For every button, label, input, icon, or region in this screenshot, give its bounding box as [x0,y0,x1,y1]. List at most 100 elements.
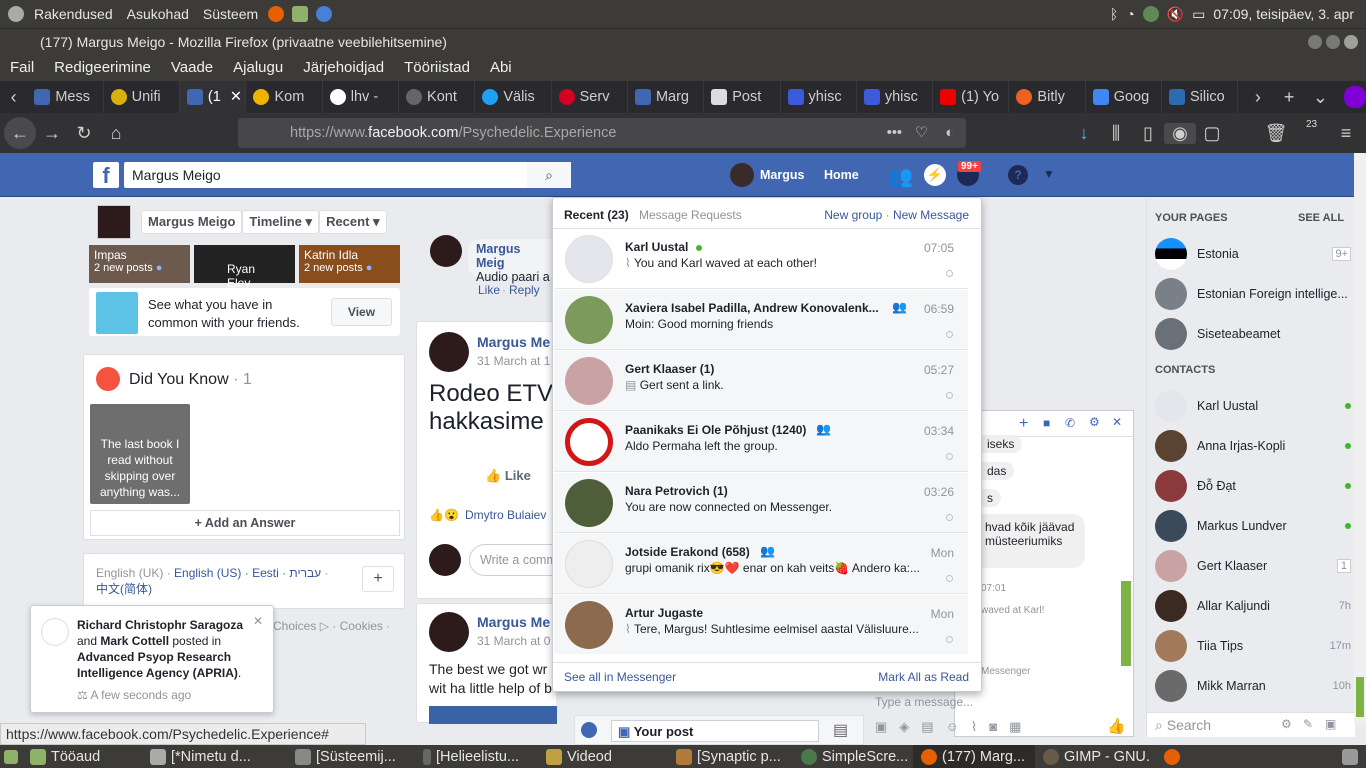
new-chat-icon[interactable]: ✎ [1303,717,1313,731]
taskbar-item[interactable]: SimpleScre... [793,745,913,768]
tab[interactable]: lhv - [323,81,400,113]
chat-scrollbar[interactable] [1121,581,1131,666]
help-icon[interactable]: ? [1008,165,1028,185]
firefox-launcher-icon[interactable] [268,6,285,22]
close-tab-icon[interactable]: ✕ [230,89,242,105]
network-globe-icon[interactable] [1142,6,1159,22]
contact-item[interactable]: Tiia Tips 17m [1155,626,1351,666]
tab[interactable]: yhisc [857,81,934,113]
lang-et[interactable]: · Eesti · [245,566,286,580]
recent-dropdown[interactable]: Recent ▾ [319,210,387,234]
photo-icon[interactable]: ▣ [875,719,887,735]
tab[interactable]: Marg [628,81,705,113]
reload-button[interactable]: ↻ [68,123,100,144]
post-date[interactable]: 31 March at 1 [477,354,550,368]
group-chat-icon[interactable]: ▣ [1325,717,1336,731]
bluetooth-icon[interactable]: ᛒ [1110,6,1118,22]
post-avatar[interactable] [429,612,469,652]
mark-read-dot[interactable] [946,514,953,521]
thread-item[interactable]: Nara Petrovich (1) You are now connected… [554,473,968,533]
gif-icon[interactable]: ▤ [921,719,933,735]
page-thumb-impas[interactable]: Impas 2 new posts ● [89,245,190,283]
account-menu-icon[interactable]: ▼ [1043,167,1055,181]
your-post-box[interactable]: ▣ Your post [611,720,819,742]
contacts-search-input[interactable]: ⌕ Search [1155,717,1211,734]
tab-list-icon[interactable]: ⌄ [1305,87,1336,108]
os-menu-places[interactable]: Asukohad [127,6,189,22]
facebook-logo-icon[interactable]: f [93,162,119,188]
add-answer-button[interactable]: + Add an Answer [90,510,400,536]
tabs-scroll-left[interactable]: ‹ [0,87,27,108]
screenshot-icon[interactable]: ▢ [1196,123,1228,144]
see-all-pages-link[interactable]: SEE ALL [1298,212,1344,224]
lang-he[interactable]: עברית [289,566,321,580]
tab[interactable]: Bitly [1009,81,1086,113]
menu-tools[interactable]: Tööriistad [404,59,470,76]
view-button[interactable]: View [331,298,392,326]
os-menu-applications[interactable]: Rakendused [34,6,113,22]
contact-item[interactable]: Gert Klaaser 1 [1155,546,1351,586]
ubuntu-logo-icon[interactable] [8,6,24,22]
emoji-icon[interactable]: ☺ [946,719,959,735]
comment-like-link[interactable]: Like [478,283,500,297]
tab[interactable]: Mess [27,81,104,113]
clock[interactable]: 07:09, teisipäev, 3. apr [1213,6,1354,22]
taskbar-item[interactable]: [Synaptic p... [668,745,793,768]
more-languages-button[interactable]: + [362,566,394,592]
footer-links[interactable]: Choices ▷ · Cookies · [273,619,390,633]
battery-icon[interactable]: ▭ [1192,6,1205,23]
taskbar-item[interactable]: [Süsteemij... [287,745,415,768]
post-author[interactable]: Margus Me [477,334,550,350]
post-avatar[interactable] [429,332,469,372]
reader-icon[interactable]: ◐ [945,125,954,141]
timeline-dropdown[interactable]: Timeline ▾ [242,210,320,234]
tab[interactable]: yhisc [781,81,857,113]
tab[interactable]: Välis [475,81,552,113]
see-all-messenger-link[interactable]: See all in Messenger [564,670,676,684]
menu-view[interactable]: Vaade [171,59,213,76]
pocket-icon[interactable]: ♡ [915,125,928,141]
chat-close-icon[interactable]: ✕ [1112,415,1122,429]
tab[interactable]: (1) Yo [933,81,1010,113]
minimize-button[interactable] [1308,34,1322,49]
chat-message-input[interactable]: Type a message... [875,695,973,709]
messenger-icon[interactable]: ⚡ [924,164,946,186]
mark-read-dot[interactable] [946,636,953,643]
menu-help[interactable]: Abi [490,59,512,76]
firefox-tray-icon[interactable] [1164,748,1180,765]
mark-read-dot[interactable] [946,270,953,277]
tab[interactable]: Unifi [104,81,180,113]
attach-icon[interactable]: ⌇ [971,719,977,735]
os-menu-system[interactable]: Süsteem [203,6,258,22]
page-thumb-katrin[interactable]: Katrin Idla 2 new posts ● [299,245,400,283]
contact-item[interactable]: Allar Kaljundi 7h [1155,586,1351,626]
menu-file[interactable]: Fail [10,59,34,76]
thread-item[interactable]: Artur Jugaste ⌇ Tere, Margus! Suhtlesime… [554,595,968,654]
reactors-link[interactable]: Dmytro Bulaiev [465,508,546,522]
downloads-icon[interactable]: ↓ [1068,123,1100,144]
contact-item[interactable]: Markus Lundver [1155,506,1351,546]
thread-item[interactable]: Jotside Erakond (658) 👥 grupi omanik rix… [554,534,968,594]
chat-settings-icon[interactable]: ⚙ [1089,415,1100,429]
extension-icon[interactable]: ◉ [1164,122,1196,144]
chat-phone-icon[interactable]: ✆ [1065,416,1075,430]
new-message-link[interactable]: New Message [893,208,969,222]
contact-item[interactable]: Đỗ Đạt [1155,466,1351,506]
trash-tray-icon[interactable] [1342,748,1358,765]
messages-icon[interactable]: ▤ [833,720,848,740]
mark-read-dot[interactable] [946,331,953,338]
page-item[interactable]: Estonian Foreign intellige... [1155,274,1351,314]
forward-button[interactable]: → [36,123,68,144]
profile-link[interactable]: Margus [760,168,804,182]
new-tab-button[interactable]: + [1274,87,1305,108]
chat-add-icon[interactable]: + [1019,415,1028,433]
menu-history[interactable]: Ajalugu [233,59,283,76]
new-group-link[interactable]: New group [824,208,882,222]
contact-item[interactable]: Anna Irjas-Kopli [1155,426,1351,466]
post-like-button[interactable]: 👍 Like [485,468,531,484]
show-desktop-icon[interactable] [4,749,18,764]
tab-active[interactable]: (1 ✕ [179,81,247,113]
thread-item[interactable]: Gert Klaaser (1) ▤ Gert sent a link. 05:… [554,351,968,411]
home-link[interactable]: Home [824,168,859,182]
taskbar-item[interactable]: [Helieelistu... [415,745,538,768]
